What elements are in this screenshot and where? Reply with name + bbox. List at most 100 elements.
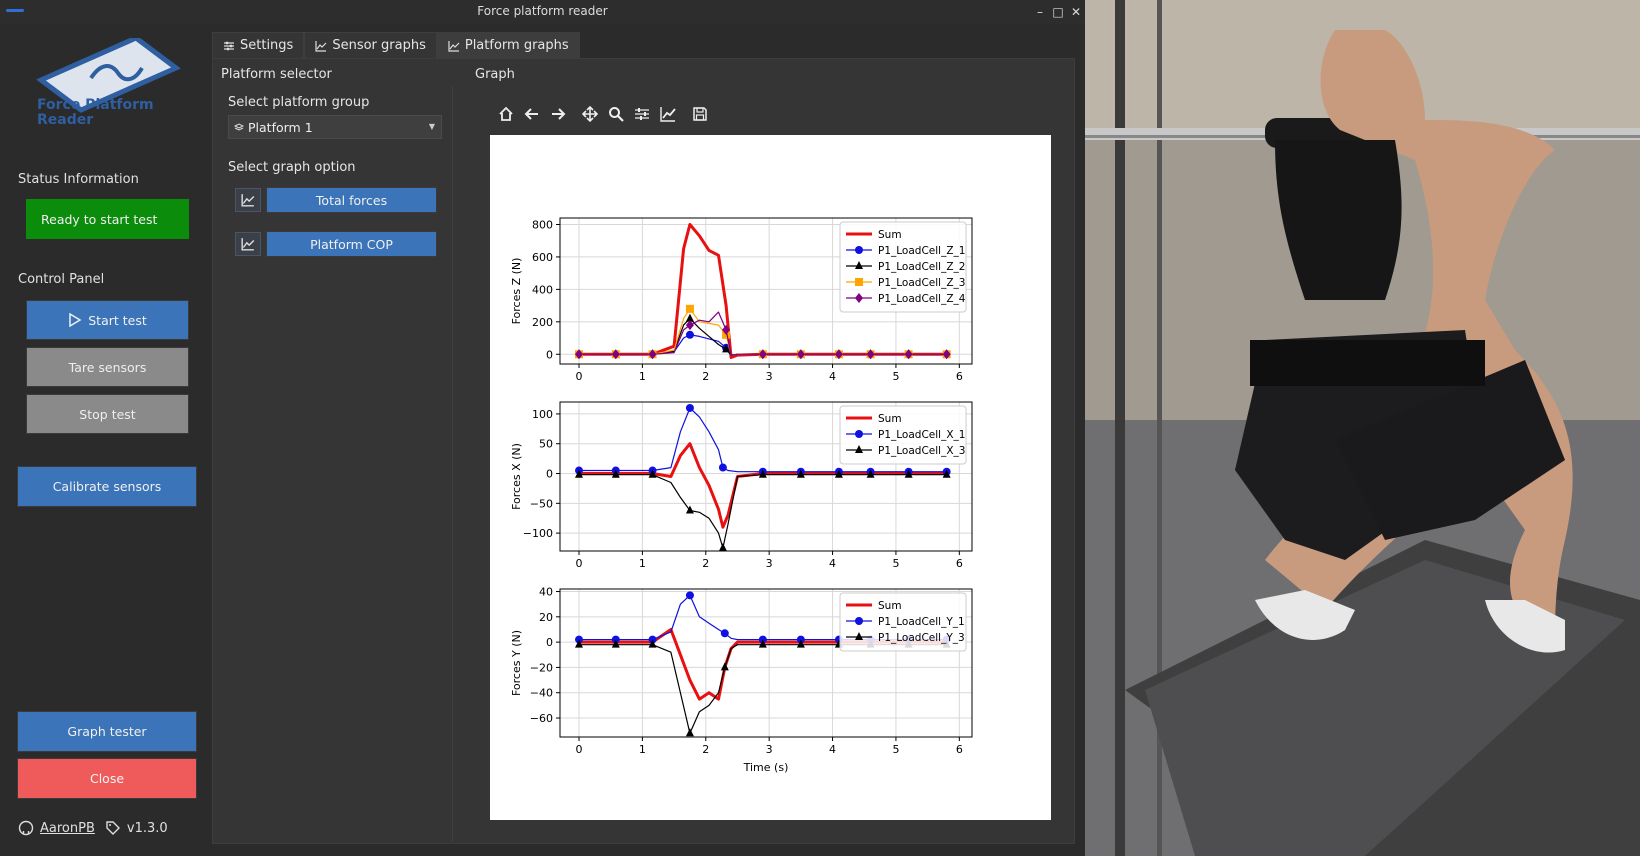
legend-marker: [855, 430, 863, 438]
graph-tester-button[interactable]: Graph tester: [17, 711, 197, 752]
y-axis-label: Forces X (N): [510, 443, 523, 510]
graph-option-label: Select graph option: [228, 160, 356, 175]
tab-platform-graphs[interactable]: Platform graphs: [436, 32, 580, 58]
total-forces-chart-icon[interactable]: [235, 188, 261, 212]
platform-selector-heading: Platform selector: [221, 67, 332, 82]
stop-test-button[interactable]: Stop test: [26, 394, 189, 434]
x-axis-label: Time (s): [743, 761, 789, 774]
platform-group-value: Platform 1: [248, 119, 313, 135]
configure-subplots-icon[interactable]: [632, 104, 652, 124]
x-tick-label: 6: [956, 557, 963, 570]
start-test-label: Start test: [88, 312, 147, 328]
back-arrow-icon[interactable]: [522, 104, 542, 124]
github-icon: [18, 820, 34, 836]
legend-marker: [855, 617, 863, 625]
y-tick-label: 50: [539, 438, 553, 451]
home-icon[interactable]: [496, 104, 516, 124]
legend-label: P1_LoadCell_Z_4: [878, 293, 966, 305]
x-tick-label: 6: [956, 743, 963, 756]
chart-line-icon: [315, 40, 327, 52]
total-forces-button[interactable]: Total forces: [266, 187, 437, 213]
footer: AaronPB v1.3.0: [18, 820, 168, 836]
series-point: [685, 728, 694, 737]
x-tick-label: 2: [702, 743, 709, 756]
x-tick-label: 6: [956, 370, 963, 383]
forward-arrow-icon[interactable]: [548, 104, 568, 124]
tab-settings-label: Settings: [240, 38, 294, 53]
legend: Sum P1_LoadCell_X_1 P1_LoadCell_X_3: [839, 405, 967, 465]
minimize-icon[interactable]: –: [1032, 4, 1048, 20]
logo-text: Force Platform Reader: [37, 97, 154, 128]
y-tick-label: 100: [532, 408, 553, 421]
y-tick-label: −40: [530, 687, 553, 700]
calibrate-sensors-button[interactable]: Calibrate sensors: [17, 466, 197, 507]
series-line-3: [579, 474, 947, 549]
legend-label: Sum: [878, 413, 902, 425]
pane-divider: [452, 86, 453, 842]
y-tick-label: −60: [530, 712, 553, 725]
x-tick-label: 1: [639, 557, 646, 570]
chart-panel-3: 0 1 2 3 4 5 6 −60 −40 −20 0 20 40 Forces Y (N) Time (s…: [510, 586, 973, 774]
plot-canvas: 0 1 2 3 4 5 6 0 200 400 600 800 Forces Z (N) Sum P1_Lo…: [490, 135, 1051, 820]
x-tick-label: 4: [829, 557, 836, 570]
edit-axis-icon[interactable]: [658, 104, 678, 124]
y-tick-label: 0: [546, 636, 553, 649]
legend-label: P1_LoadCell_Y_3: [878, 632, 965, 644]
chevron-down-icon: ▼: [428, 122, 435, 131]
tab-settings[interactable]: Settings: [212, 32, 305, 58]
start-test-button[interactable]: Start test: [26, 300, 189, 340]
x-tick-label: 3: [766, 557, 773, 570]
legend-marker: [855, 246, 863, 254]
x-tick-label: 4: [829, 370, 836, 383]
legend-label: P1_LoadCell_X_3: [878, 445, 965, 457]
platform-cop-chart-icon[interactable]: [235, 232, 261, 256]
pan-icon[interactable]: [580, 104, 600, 124]
tab-platform-graphs-label: Platform graphs: [464, 38, 569, 53]
legend-label: P1_LoadCell_X_1: [878, 429, 965, 441]
x-tick-label: 2: [702, 557, 709, 570]
tab-sensor-graphs-label: Sensor graphs: [332, 38, 426, 53]
tare-sensors-button[interactable]: Tare sensors: [26, 347, 189, 387]
legend-label: Sum: [878, 600, 902, 612]
series-point: [718, 463, 727, 472]
camera-feed-image: [1085, 0, 1640, 856]
tab-sensor-graphs[interactable]: Sensor graphs: [304, 32, 437, 58]
legend-marker: [855, 278, 863, 286]
maximize-icon[interactable]: □: [1050, 4, 1066, 20]
legend-label: P1_LoadCell_Y_1: [878, 616, 965, 628]
zoom-icon[interactable]: [606, 104, 626, 124]
y-tick-label: 40: [539, 586, 553, 599]
close-window-icon[interactable]: ✕: [1068, 4, 1084, 20]
x-tick-label: 3: [766, 370, 773, 383]
y-axis-label: Forces Y (N): [510, 630, 523, 696]
legend-label: Sum: [878, 229, 902, 241]
status-heading: Status Information: [18, 172, 139, 187]
tab-bar: Settings Sensor graphs Platform graphs: [212, 32, 580, 58]
y-tick-label: 0: [546, 468, 553, 481]
version-label: v1.3.0: [126, 820, 168, 836]
chart-panel-2: 0 1 2 3 4 5 6 −100 −50 0 50 100 Forces X (N) Sum P1_Lo…: [510, 401, 973, 570]
status-indicator: Ready to start test: [26, 199, 189, 239]
platform-group-select[interactable]: Platform 1 ▼: [228, 115, 442, 139]
legend-label: P1_LoadCell_Z_1: [878, 245, 965, 257]
x-tick-label: 5: [892, 743, 899, 756]
author-link[interactable]: AaronPB: [40, 821, 95, 836]
control-heading: Control Panel: [18, 272, 105, 287]
x-tick-label: 0: [576, 557, 583, 570]
x-tick-label: 1: [639, 370, 646, 383]
y-tick-label: 400: [532, 283, 553, 296]
y-tick-label: −20: [530, 661, 553, 674]
plot-toolbar: [496, 104, 710, 126]
x-tick-label: 1: [639, 743, 646, 756]
close-button[interactable]: Close: [17, 758, 197, 799]
x-tick-label: 5: [892, 370, 899, 383]
series-point: [720, 629, 729, 638]
sliders-icon: [224, 41, 234, 50]
window-title: Force platform reader: [477, 4, 608, 18]
series-point: [685, 403, 694, 412]
platform-cop-button[interactable]: Platform COP: [266, 231, 437, 257]
save-icon[interactable]: [690, 104, 710, 124]
chart-panel-1: 0 1 2 3 4 5 6 0 200 400 600 800 Forces Z (N) Sum P1_Lo…: [510, 217, 973, 383]
layers-icon: [234, 123, 244, 131]
tag-icon: [106, 821, 120, 835]
